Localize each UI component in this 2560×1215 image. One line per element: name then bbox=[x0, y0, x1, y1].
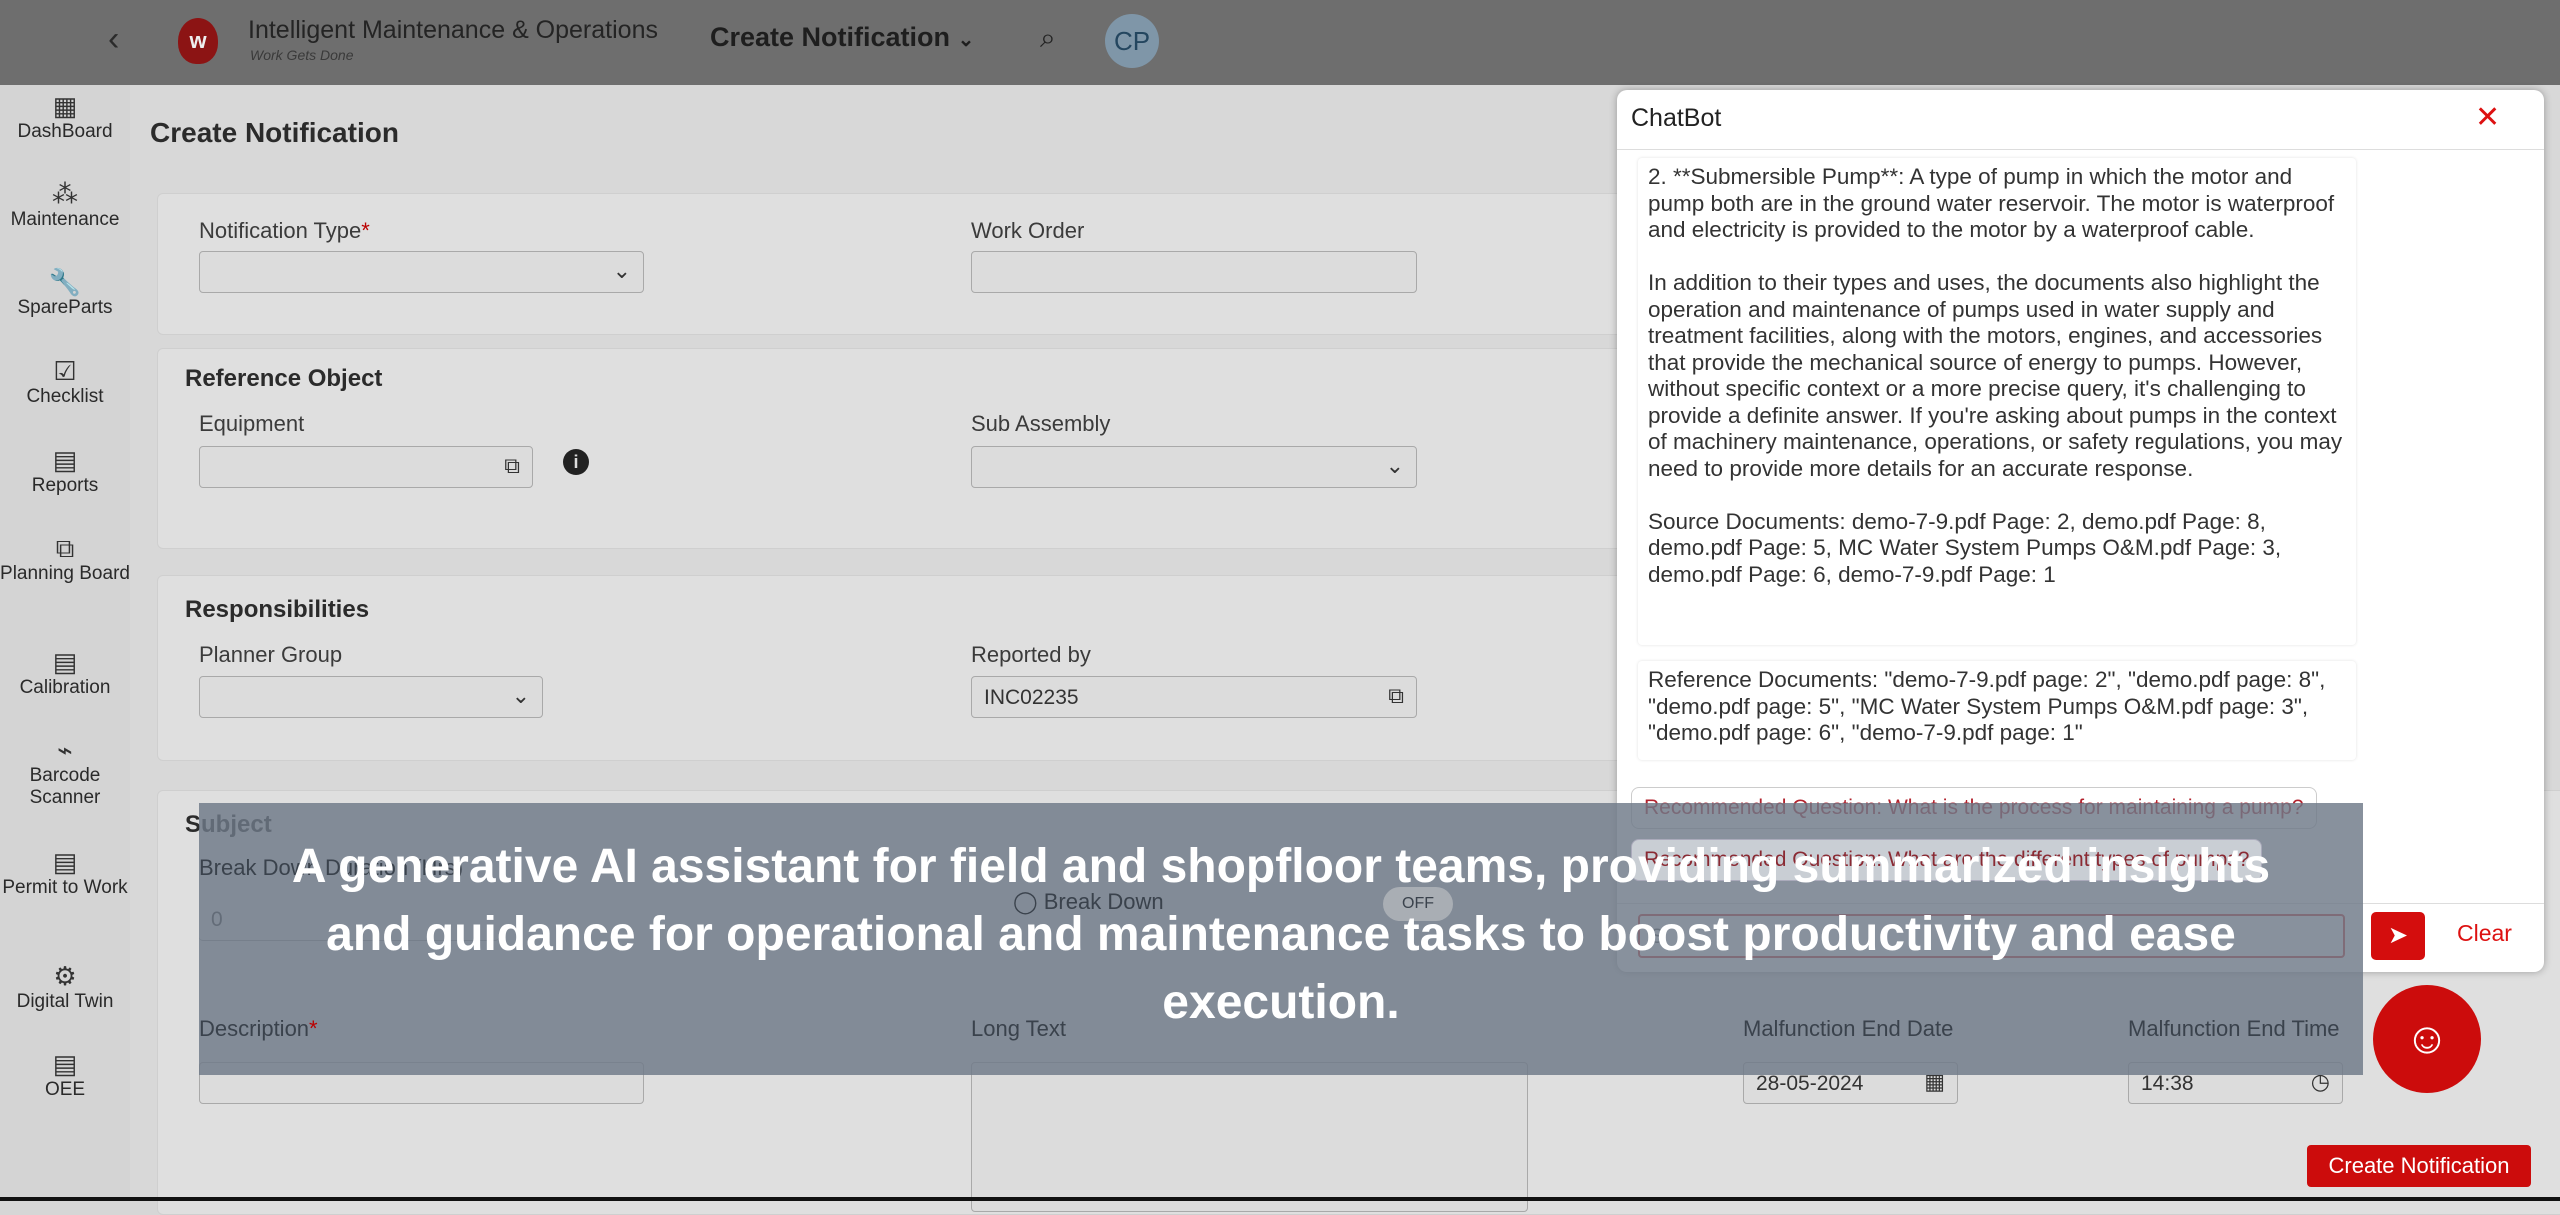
breakdown-duration-label: Break Down Duration (Hrs) bbox=[199, 855, 464, 880]
sidebar-item-label: SpareParts bbox=[17, 297, 113, 318]
sidebar-item-label: DashBoard bbox=[17, 121, 113, 142]
search-icon[interactable]: ⌕ bbox=[1040, 22, 1056, 55]
chatbot-title: ChatBot bbox=[1631, 104, 1722, 132]
sub-assembly-label: Sub Assembly bbox=[971, 411, 1111, 436]
sidebar-icon: ▤ bbox=[52, 647, 78, 677]
planner-group-label: Planner Group bbox=[199, 642, 343, 667]
equipment-label: Equipment bbox=[199, 411, 305, 436]
section-title: Reference Object bbox=[185, 365, 383, 392]
chatbot-header: ChatBot ✕ bbox=[1617, 90, 2544, 150]
long-text-textarea[interactable] bbox=[971, 1062, 1528, 1212]
malfunction-end-date-input[interactable]: 28-05-2024 ▦ bbox=[1743, 1062, 1958, 1104]
sidebar-icon: ⚙ bbox=[53, 961, 77, 991]
clock-icon[interactable]: ◷ bbox=[2311, 1069, 2330, 1095]
divider bbox=[1617, 903, 2544, 904]
planner-group-select[interactable]: ⌄ bbox=[199, 676, 543, 718]
clear-button[interactable]: Clear bbox=[2457, 920, 2512, 947]
sidebar-item-spareparts[interactable]: 🔧 SpareParts bbox=[0, 267, 130, 319]
chat-input[interactable]: S bbox=[1638, 914, 2345, 958]
chatbot-panel: ChatBot ✕ 2. **Submersible Pump**: A typ… bbox=[1617, 90, 2544, 972]
send-icon[interactable]: ➤ bbox=[2371, 912, 2425, 960]
sub-assembly-select[interactable]: ⌄ bbox=[971, 446, 1417, 488]
sidebar-icon: ☑ bbox=[53, 356, 77, 386]
description-label: Description* bbox=[199, 1016, 318, 1041]
malfunction-end-time-label: Malfunction End Time bbox=[2128, 1016, 2340, 1041]
sidebar-item-label: Digital Twin bbox=[16, 991, 114, 1012]
sidebar-icon: ▤ bbox=[52, 1049, 78, 1079]
app-header: ‹ w Intelligent Maintenance & Operations… bbox=[0, 0, 2560, 85]
create-notification-button[interactable]: Create Notification bbox=[2307, 1145, 2531, 1187]
sidebar-icon: ▤ bbox=[52, 847, 78, 877]
app-tagline: Work Gets Done bbox=[250, 47, 354, 63]
close-icon[interactable]: ✕ bbox=[2475, 100, 2500, 135]
sidebar-icon: ⌁ bbox=[57, 735, 73, 765]
page-selector-label: Create Notification bbox=[710, 22, 951, 52]
breakdown-toggle[interactable]: OFF bbox=[1383, 887, 1453, 921]
sidebar-item-label: Checklist bbox=[26, 386, 104, 407]
avatar[interactable]: CP bbox=[1105, 14, 1159, 68]
sidebar-icon: ⁂ bbox=[52, 179, 78, 209]
sidebar-item-label: Permit to Work bbox=[2, 877, 128, 898]
calendar-icon[interactable]: ▦ bbox=[1924, 1069, 1945, 1095]
reference-documents: Reference Documents: "demo-7-9.pdf page:… bbox=[1638, 661, 2356, 760]
reported-by-label: Reported by bbox=[971, 642, 1091, 667]
chevron-down-icon: ⌄ bbox=[957, 29, 975, 51]
sidebar-item-planning-board[interactable]: ⧉ Planning Board bbox=[0, 533, 130, 585]
header-card: Notification Type* ⌄ Work Order bbox=[157, 193, 1757, 335]
recommended-question[interactable]: Recommended Question: What are the diffe… bbox=[1631, 839, 2263, 881]
chevron-down-icon: ⌄ bbox=[612, 258, 631, 283]
notification-type-label: Notification Type* bbox=[199, 218, 370, 243]
equipment-input[interactable]: ⧉ bbox=[199, 446, 533, 488]
info-icon[interactable]: i bbox=[563, 449, 589, 475]
section-title: Responsibilities bbox=[185, 596, 370, 623]
back-icon[interactable]: ‹ bbox=[108, 20, 119, 59]
page-selector[interactable]: Create Notification ⌄ bbox=[710, 22, 974, 53]
section-title: Subject bbox=[185, 811, 272, 838]
sidebar-item-barcode-scanner[interactable]: ⌁ Barcode Scanner bbox=[0, 735, 130, 809]
bot-message: 2. **Submersible Pump**: A type of pump … bbox=[1638, 158, 2356, 645]
sidebar-item-label: Calibration bbox=[19, 677, 111, 698]
breakdown-label: Break Down bbox=[1043, 889, 1164, 914]
reported-by-input[interactable]: INC02235 ⧉ bbox=[971, 676, 1417, 718]
description-input[interactable] bbox=[199, 1062, 644, 1104]
long-text-label: Long Text bbox=[971, 1016, 1067, 1041]
chevron-down-icon: ⌄ bbox=[1385, 453, 1404, 478]
app-logo: w bbox=[178, 18, 218, 64]
chevron-down-icon: ⌄ bbox=[511, 683, 530, 708]
value-help-icon[interactable]: ⧉ bbox=[1388, 683, 1404, 709]
reference-object-card: Reference Object Equipment ⧉ i Sub Assem… bbox=[157, 348, 1757, 549]
sidebar-item-label: Maintenance bbox=[10, 209, 120, 230]
chatbot-icon[interactable]: ☺ bbox=[2373, 985, 2481, 1093]
sidebar-item-label: OEE bbox=[44, 1079, 86, 1100]
breakdown-duration-input[interactable]: 0 bbox=[199, 899, 499, 941]
sidebar-item-reports[interactable]: ▤ Reports bbox=[0, 445, 130, 497]
sidebar-item-label: Reports bbox=[31, 475, 99, 496]
sidebar-item-dashboard[interactable]: ▦ DashBoard bbox=[0, 91, 130, 143]
sidebar-item-label: Planning Board bbox=[0, 563, 130, 584]
notification-type-select[interactable]: ⌄ bbox=[199, 251, 644, 293]
recommended-question[interactable]: Recommended Question: What is the proces… bbox=[1631, 787, 2317, 829]
sidebar-item-checklist[interactable]: ☑ Checklist bbox=[0, 356, 130, 408]
breakdown-radio[interactable]: ◯ Break Down bbox=[1013, 889, 1164, 915]
sidebar-item-oee[interactable]: ▤ OEE bbox=[0, 1049, 130, 1101]
sidebar-item-label: Barcode Scanner bbox=[29, 765, 101, 808]
responsibilities-card: Responsibilities Planner Group ⌄ Reporte… bbox=[157, 575, 1757, 761]
malfunction-end-time-input[interactable]: 14:38 ◷ bbox=[2128, 1062, 2343, 1104]
page-title: Create Notification bbox=[150, 117, 399, 148]
sidebar-icon: ▤ bbox=[52, 445, 78, 475]
app-title: Intelligent Maintenance & Operations bbox=[248, 16, 658, 44]
sidebar-icon: ⧉ bbox=[55, 533, 75, 563]
work-order-label: Work Order bbox=[971, 218, 1085, 243]
sidebar-item-digital-twin[interactable]: ⚙ Digital Twin bbox=[0, 961, 130, 1013]
sidebar: ▦ DashBoard ⁂ Maintenance 🔧 SpareParts ☑ Checkl… bbox=[0, 85, 130, 1197]
value-help-icon[interactable]: ⧉ bbox=[504, 453, 520, 479]
bottom-bar bbox=[0, 1197, 2560, 1201]
sidebar-icon: ▦ bbox=[52, 91, 78, 121]
sidebar-icon: 🔧 bbox=[48, 267, 82, 297]
work-order-input[interactable] bbox=[971, 251, 1417, 293]
sidebar-item-calibration[interactable]: ▤ Calibration bbox=[0, 647, 130, 699]
sidebar-item-maintenance[interactable]: ⁂ Maintenance bbox=[0, 179, 130, 231]
malfunction-end-date-label: Malfunction End Date bbox=[1743, 1016, 1954, 1041]
sidebar-item-permit-to-work[interactable]: ▤ Permit to Work bbox=[0, 847, 130, 899]
